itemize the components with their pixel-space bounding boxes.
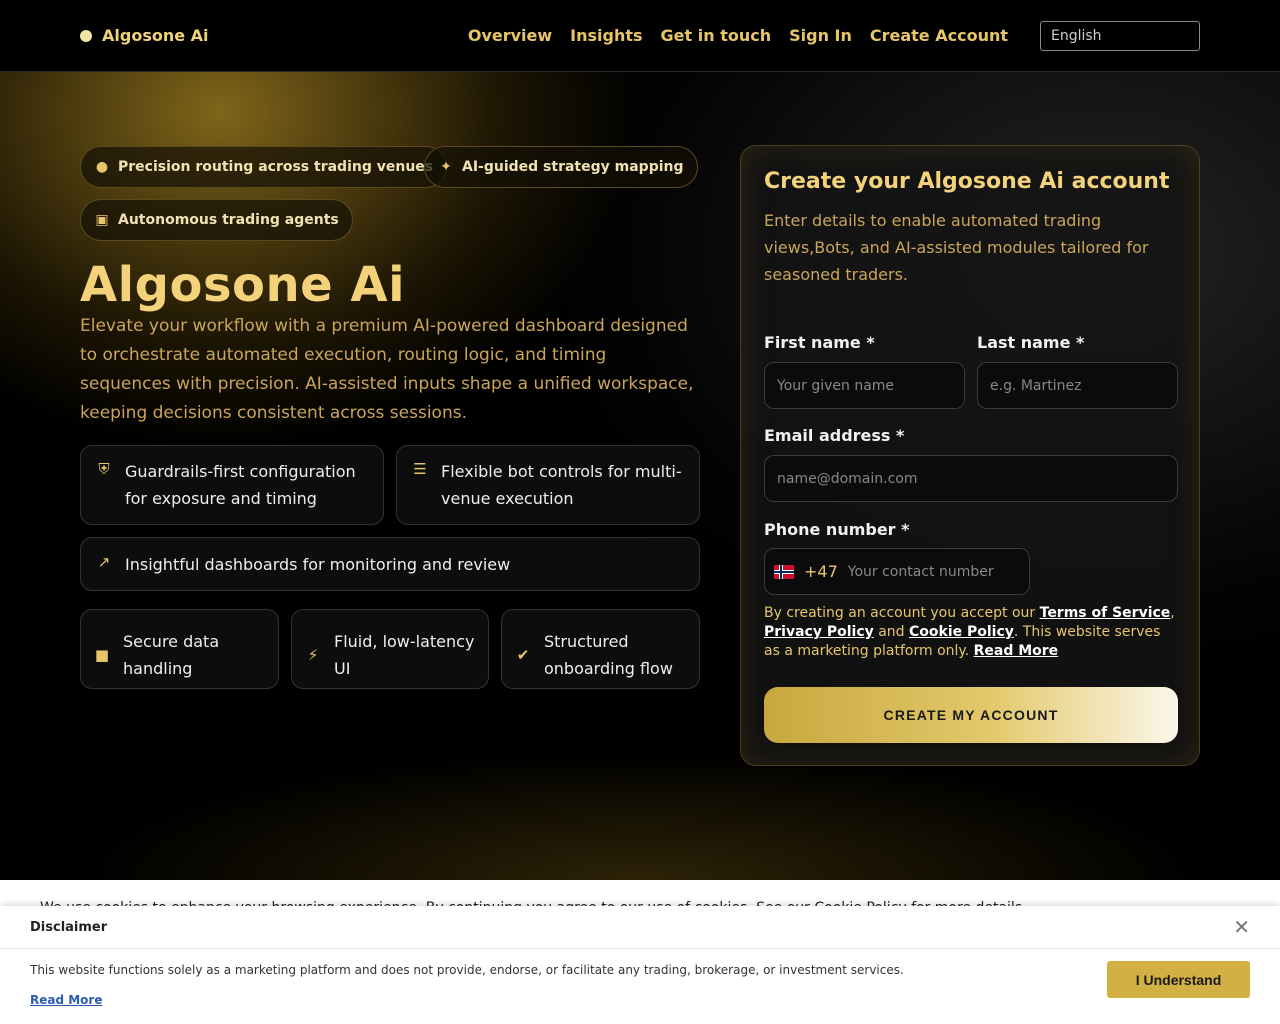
feature-label: Insightful dashboards for monitoring and… <box>125 555 511 574</box>
feature-card-guardrails: ⛨ Guardrails-first configuration for exp… <box>80 445 384 525</box>
terms-and: and <box>873 624 909 640</box>
robot-icon: ▣ <box>95 212 109 228</box>
cookie-policy-link[interactable]: Cookie Policy <box>909 624 1014 640</box>
pill-label: Autonomous trading agents <box>118 212 339 228</box>
hero-section: ●​ Precision routing across trading venu… <box>0 72 1280 880</box>
pill-autonomous-agents: ▣ Autonomous trading agents <box>80 199 353 241</box>
feature-label: Structured onboarding flow <box>544 632 673 678</box>
lock-icon: ■ <box>94 646 110 664</box>
brand-name: Algosone Ai <box>102 26 209 45</box>
bolt-icon: ⚡ <box>307 646 319 664</box>
phone-field[interactable]: +47 Your contact number <box>764 548 1030 595</box>
phone-input[interactable]: Your contact number <box>848 564 994 580</box>
feature-label: Flexible bot controls for multi-venue ex… <box>441 462 682 508</box>
hero-description: Elevate your workflow with a premium AI-… <box>80 316 694 423</box>
feature-card-low-latency: ⚡ Fluid, low-latency UI <box>291 609 489 689</box>
email-label: Email address * <box>764 426 905 445</box>
phone-dial-code: +47 <box>804 562 838 581</box>
last-name-label: Last name * <box>977 333 1085 352</box>
nav-link-overview[interactable]: Overview <box>468 26 552 45</box>
form-title: Create your Algosone Ai account <box>764 169 1170 194</box>
pill-precision-routing: ●​ Precision routing across trading venu… <box>80 146 448 188</box>
disclaimer-read-more-link[interactable]: Read More <box>30 993 103 1007</box>
disclaimer-header: Disclaimer ✕ <box>0 906 1280 949</box>
read-more-link[interactable]: Read More <box>974 643 1059 659</box>
terms-prefix: By creating an account you accept our <box>764 605 1040 621</box>
nav-link-insights[interactable]: Insights <box>570 26 642 45</box>
pill-label: AI-guided strategy mapping <box>462 159 684 175</box>
feature-label: Guardrails-first configuration for expos… <box>125 462 356 508</box>
feature-card-onboarding: ✔ Structured onboarding flow <box>501 609 700 689</box>
pill-label: Precision routing across trading venues <box>118 159 434 175</box>
nav-link-sign-in[interactable]: Sign In <box>789 26 852 45</box>
disclaimer-title: Disclaimer <box>30 919 108 935</box>
shield-icon: ⛨ <box>98 460 110 478</box>
terms-comma: , <box>1170 605 1175 621</box>
feature-card-secure-data: ■ Secure data handling <box>80 609 279 689</box>
last-name-input[interactable]: e.g. Martinez <box>977 362 1178 409</box>
brand[interactable]: Algosone Ai <box>80 26 209 45</box>
nav-links: Overview Insights Get in touch Sign In C… <box>468 20 1200 51</box>
brand-dot-icon <box>80 29 92 42</box>
i-understand-button[interactable]: I Understand <box>1107 961 1250 998</box>
nav-link-get-in-touch[interactable]: Get in touch <box>661 26 772 45</box>
language-select[interactable]: English <box>1040 20 1200 51</box>
feature-card-dashboards: ↗ Insightful dashboards for monitoring a… <box>80 537 700 591</box>
first-name-input[interactable]: Your given name <box>764 362 965 409</box>
hero-title: Algosone Ai <box>80 257 406 313</box>
sliders-icon: ☰ <box>413 460 427 478</box>
feature-card-bot-controls: ☰ Flexible bot controls for multi-venue … <box>396 445 700 525</box>
top-nav: Algosone Ai Overview Insights Get in tou… <box>0 0 1280 72</box>
chart-line-icon: ↗ <box>97 553 111 571</box>
email-input[interactable]: name@domain.com <box>764 455 1178 502</box>
feature-label: Secure data handling <box>123 632 220 678</box>
first-name-label: First name * <box>764 333 875 352</box>
close-icon[interactable]: ✕ <box>1233 917 1250 937</box>
terms-of-service-link[interactable]: Terms of Service <box>1040 605 1171 621</box>
form-subtitle: Enter details to enable automated tradin… <box>764 211 1149 284</box>
create-account-button[interactable]: CREATE MY ACCOUNT <box>764 687 1178 743</box>
nav-link-create-account[interactable]: Create Account <box>870 26 1008 45</box>
feature-label: Fluid, low-latency UI <box>334 632 475 678</box>
check-circle-icon: ✔ <box>516 646 530 664</box>
norway-flag-icon[interactable] <box>774 564 794 579</box>
disclaimer-text: This website functions solely as a marke… <box>30 963 904 977</box>
pill-strategy-mapping: ✦ AI-guided strategy mapping <box>424 146 698 188</box>
signup-form: Create your Algosone Ai account Enter de… <box>740 145 1200 766</box>
privacy-policy-link[interactable]: Privacy Policy <box>764 624 874 640</box>
phone-label: Phone number * <box>764 520 910 539</box>
terms-notice: By creating an account you accept our Te… <box>764 604 1179 661</box>
magic-wand-icon: ✦ <box>440 159 452 175</box>
coins-icon: ●​ <box>95 159 109 175</box>
disclaimer-panel: Disclaimer ✕ This website functions sole… <box>0 906 1280 1024</box>
